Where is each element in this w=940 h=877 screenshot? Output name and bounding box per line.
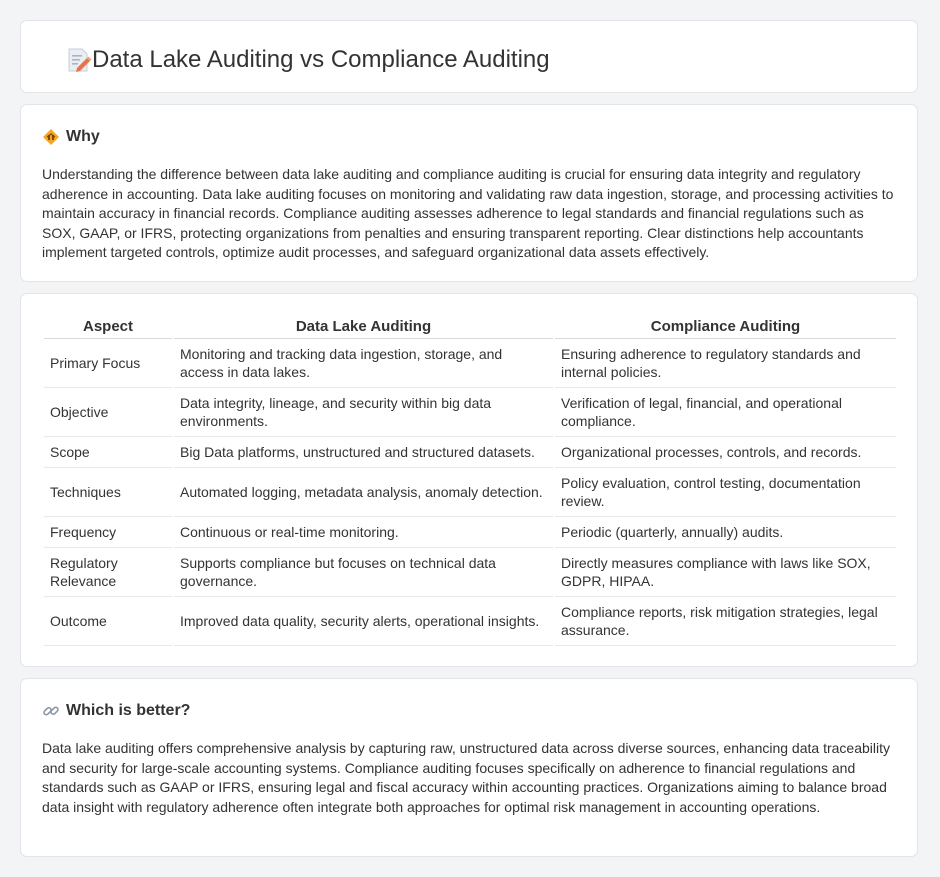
data-lake-cell: Supports compliance but focuses on techn… bbox=[174, 548, 553, 597]
compliance-cell: Directly measures compliance with laws l… bbox=[555, 548, 896, 597]
table-row: Outcome Improved data quality, security … bbox=[44, 597, 896, 646]
aspect-cell: Primary Focus bbox=[44, 339, 172, 388]
aspect-cell: Scope bbox=[44, 437, 172, 468]
aspect-cell: Regulatory Relevance bbox=[44, 548, 172, 597]
data-lake-cell: Continuous or real-time monitoring. bbox=[174, 517, 553, 548]
comparison-table: Aspect Data Lake Auditing Compliance Aud… bbox=[42, 314, 898, 646]
aspect-cell: Frequency bbox=[44, 517, 172, 548]
table-row: Objective Data integrity, lineage, and s… bbox=[44, 388, 896, 437]
table-row: Regulatory Relevance Supports compliance… bbox=[44, 548, 896, 597]
compliance-cell: Periodic (quarterly, annually) audits. bbox=[555, 517, 896, 548]
data-lake-cell: Big Data platforms, unstructured and str… bbox=[174, 437, 553, 468]
link-icon bbox=[43, 706, 59, 716]
header-data-lake-auditing: Data Lake Auditing bbox=[174, 314, 553, 339]
compliance-cell: Organizational processes, controls, and … bbox=[555, 437, 896, 468]
data-lake-cell: Automated logging, metadata analysis, an… bbox=[174, 468, 553, 517]
document-pencil-icon bbox=[68, 48, 92, 72]
data-lake-cell: Data integrity, lineage, and security wi… bbox=[174, 388, 553, 437]
data-lake-cell: Improved data quality, security alerts, … bbox=[174, 597, 553, 646]
table-row: Techniques Automated logging, metadata a… bbox=[44, 468, 896, 517]
which-is-better-paragraph: Data lake auditing offers comprehensive … bbox=[42, 740, 890, 815]
why-paragraph: Understanding the difference between dat… bbox=[42, 166, 894, 260]
compliance-cell: Policy evaluation, control testing, docu… bbox=[555, 468, 896, 517]
compliance-cell: Compliance reports, risk mitigation stra… bbox=[555, 597, 896, 646]
table-row: Primary Focus Monitoring and tracking da… bbox=[44, 339, 896, 388]
diamond-warning-icon bbox=[43, 129, 59, 145]
header-aspect: Aspect bbox=[44, 314, 172, 339]
compliance-cell: Verification of legal, financial, and op… bbox=[555, 388, 896, 437]
aspect-cell: Outcome bbox=[44, 597, 172, 646]
which-is-better-section: Which is better? Data lake auditing offe… bbox=[20, 678, 918, 857]
header-card: Data Lake Auditing vs Compliance Auditin… bbox=[20, 20, 918, 93]
compliance-cell: Ensuring adherence to regulatory standar… bbox=[555, 339, 896, 388]
which-is-better-heading: Which is better? bbox=[42, 701, 190, 721]
header-compliance-auditing: Compliance Auditing bbox=[555, 314, 896, 339]
table-row: Scope Big Data platforms, unstructured a… bbox=[44, 437, 896, 468]
table-header-row: Aspect Data Lake Auditing Compliance Aud… bbox=[44, 314, 896, 339]
table-row: Frequency Continuous or real-time monito… bbox=[44, 517, 896, 548]
why-heading-text: Why bbox=[66, 128, 100, 145]
page-title: Data Lake Auditing vs Compliance Auditin… bbox=[92, 46, 550, 73]
which-is-better-heading-text: Which is better? bbox=[66, 702, 191, 719]
why-heading: Why bbox=[42, 127, 100, 147]
data-lake-cell: Monitoring and tracking data ingestion, … bbox=[174, 339, 553, 388]
comparison-table-card: Aspect Data Lake Auditing Compliance Aud… bbox=[20, 293, 918, 667]
aspect-cell: Objective bbox=[44, 388, 172, 437]
aspect-cell: Techniques bbox=[44, 468, 172, 517]
why-section: Why Understanding the difference between… bbox=[20, 104, 918, 282]
